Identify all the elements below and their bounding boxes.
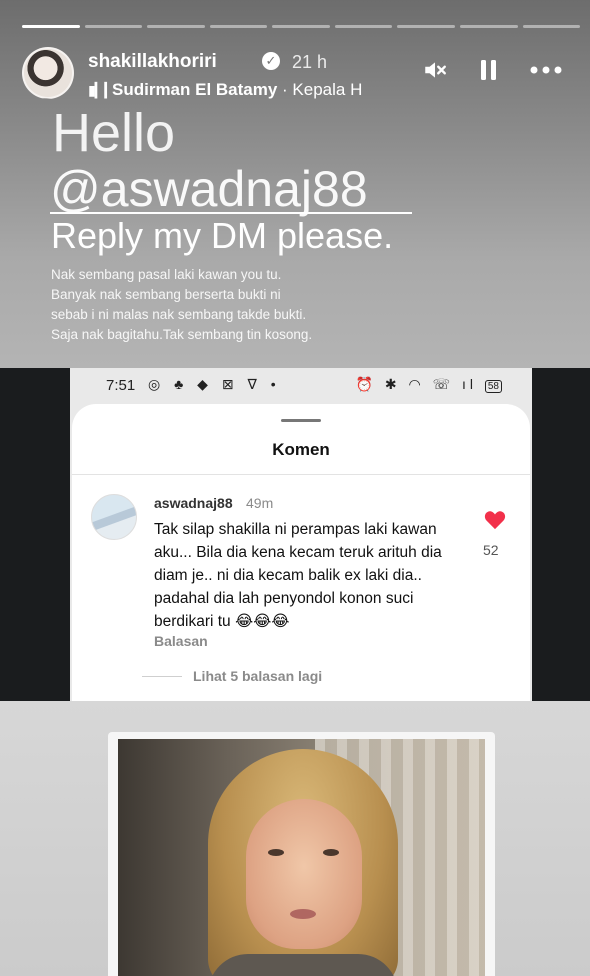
overlay-paragraph: Nak sembang pasal laki kawan you tu. Ban… (51, 265, 312, 345)
audio-wave-icon: ▮▎▎ (88, 82, 115, 98)
system-status-icons: ⏰ ✱ ◠ ☏ ıl 58 (356, 376, 502, 393)
like-count: 52 (483, 542, 499, 558)
comment-text: Tak silap shakilla ni perampas laki kawa… (154, 521, 442, 630)
overlay-mention[interactable]: @aswadnaj88 (50, 160, 368, 218)
view-more-replies-link[interactable]: Lihat 5 balasan lagi (193, 668, 322, 684)
progress-segment (397, 25, 455, 28)
music-subtitle: · Kepala H (277, 80, 363, 99)
sheet-title: Komen (272, 440, 330, 459)
mute-icon[interactable] (422, 57, 448, 89)
comment-time: 49m (246, 495, 274, 511)
battery-icon: 58 (484, 380, 502, 393)
story-top-section: shakillakhoriri ✓ 21 h ▮▎▎Sudirman El Ba… (0, 0, 590, 368)
overlay-reply-text: Reply my DM please. (51, 215, 394, 256)
music-label[interactable]: ▮▎▎Sudirman El Batamy · Kepala H (88, 80, 398, 100)
story-bottom-section (0, 701, 590, 976)
gif-mouth (290, 909, 316, 919)
more-icon[interactable] (528, 57, 564, 89)
gif-sticker[interactable] (108, 732, 495, 976)
progress-segment (84, 25, 143, 28)
paragraph-line: Nak sembang pasal laki kawan you tu. (51, 267, 282, 282)
paragraph-line: Banyak nak sembang berserta bukti ni (51, 287, 281, 302)
gif-face (246, 799, 362, 949)
heart-icon[interactable] (484, 510, 506, 536)
progress-segment (522, 25, 581, 28)
gif-eye (268, 849, 284, 856)
status-bar: 7:51 ◎ ♣ ◆ ⊠ ∇ • ⏰ ✱ ◠ ☏ ıl 58 (70, 368, 532, 404)
commenter-avatar[interactable] (91, 494, 137, 540)
verified-badge-icon: ✓ (262, 52, 280, 70)
reaction-gif-image (118, 739, 485, 976)
status-clock: 7:51 (106, 377, 136, 394)
progress-segment (459, 25, 518, 28)
mention-underline (50, 212, 412, 214)
paragraph-line: sebab i ni malas nak sembang takde bukti… (51, 307, 307, 322)
comment-screenshot: 7:51 ◎ ♣ ◆ ⊠ ∇ • ⏰ ✱ ◠ ☏ ıl 58 Komen asw… (0, 368, 590, 701)
progress-segment (272, 25, 330, 28)
gif-shirt (208, 954, 398, 976)
gif-eye (323, 849, 339, 856)
music-title: Sudirman El Batamy (112, 80, 278, 99)
story-header: shakillakhoriri ✓ 21 h ▮▎▎Sudirman El Ba… (22, 47, 570, 103)
notification-icons: ◎ ♣ ◆ ⊠ ∇ • (148, 376, 281, 392)
paragraph-line: Saja nak bagitahu.Tak sembang tin kosong… (51, 327, 313, 342)
comment-username[interactable]: aswadnaj88 (154, 495, 233, 511)
story-time-ago: 21 h (292, 52, 328, 72)
divider (72, 474, 530, 475)
story-progress-bar (22, 25, 581, 28)
sheet-handle[interactable] (281, 419, 321, 422)
reply-button[interactable]: Balasan (154, 633, 208, 649)
overlay-hello: Hello (52, 103, 176, 163)
progress-segment (22, 25, 80, 28)
divider (142, 676, 182, 677)
comments-sheet: Komen aswadnaj88 49m Tak silap shakilla … (72, 404, 530, 701)
avatar[interactable] (22, 47, 74, 99)
progress-segment (147, 25, 205, 28)
progress-segment (209, 25, 268, 28)
pause-icon[interactable] (478, 57, 500, 89)
story-username[interactable]: shakillakhoriri (88, 51, 217, 73)
progress-segment (334, 25, 393, 28)
phone-screen: 7:51 ◎ ♣ ◆ ⊠ ∇ • ⏰ ✱ ◠ ☏ ıl 58 Komen asw… (70, 368, 532, 701)
